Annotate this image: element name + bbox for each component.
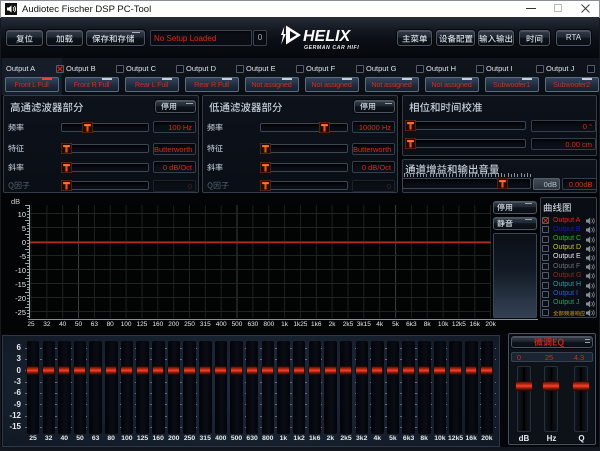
- svg-text:HELIX: HELIX: [303, 28, 351, 45]
- svg-text:GERMAN CAR HIFI: GERMAN CAR HIFI: [304, 45, 359, 51]
